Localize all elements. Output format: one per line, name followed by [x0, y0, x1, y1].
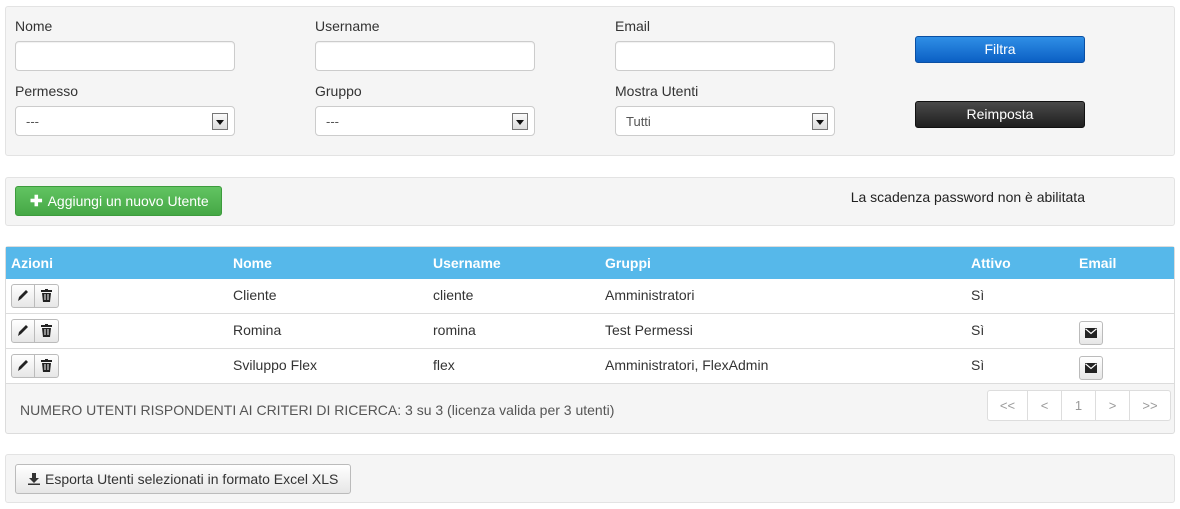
chevron-down-icon [512, 113, 528, 130]
cell-attivo: Sì [971, 357, 985, 373]
row-actions [11, 319, 59, 343]
reimposta-button[interactable]: Reimposta [915, 101, 1085, 128]
send-email-button[interactable] [1079, 356, 1103, 380]
pagination: << < 1 > >> [987, 390, 1171, 421]
password-expiry-note: La scadenza password non è abilitata [850, 189, 1085, 205]
table-header: Azioni Nome Username Gruppi Attivo Email [6, 247, 1174, 279]
cell-attivo: Sì [971, 287, 985, 303]
pencil-icon [18, 360, 28, 371]
cell-nome: Sviluppo Flex [233, 357, 318, 373]
export-xls-button[interactable]: Esporta Utenti selezionati in formato Ex… [15, 464, 351, 494]
delete-button[interactable] [36, 320, 59, 342]
chevron-down-icon [812, 113, 828, 130]
trash-icon [41, 359, 52, 372]
delete-button[interactable] [36, 355, 59, 377]
mostra-utenti-label: Mostra Utenti [615, 83, 699, 99]
pager-last-button[interactable]: >> [1130, 391, 1170, 420]
download-icon [28, 473, 40, 485]
gruppo-select-value: --- [326, 114, 339, 129]
chevron-down-icon [212, 113, 228, 130]
username-input[interactable] [315, 41, 535, 71]
permesso-select-value: --- [26, 114, 39, 129]
cell-nome: Romina [233, 322, 282, 338]
table-row: Cliente cliente Amministratori Sì [6, 279, 1174, 314]
add-user-button[interactable]: ✚ Aggiungi un nuovo Utente [15, 186, 222, 216]
plus-icon: ✚ [30, 193, 43, 210]
pager-prev-button[interactable]: < [1028, 391, 1062, 420]
header-username[interactable]: Username [433, 255, 501, 271]
pencil-icon [18, 325, 28, 336]
header-email[interactable]: Email [1079, 255, 1116, 271]
cell-gruppi: Test Permessi [605, 322, 693, 338]
cell-gruppi: Amministratori, FlexAdmin [605, 357, 769, 373]
email-label: Email [615, 18, 651, 34]
pager-page-button[interactable]: 1 [1062, 391, 1096, 420]
pager-first-button[interactable]: << [988, 391, 1028, 420]
trash-icon [41, 289, 52, 302]
export-panel: Esporta Utenti selezionati in formato Ex… [5, 454, 1175, 503]
nome-input[interactable] [15, 41, 235, 71]
username-label: Username [315, 18, 380, 34]
add-user-label: Aggiungi un nuovo Utente [47, 193, 209, 209]
filtra-button[interactable]: Filtra [915, 36, 1085, 63]
delete-button[interactable] [36, 285, 59, 307]
pencil-icon [18, 290, 28, 301]
email-input[interactable] [615, 41, 835, 71]
cell-username: romina [433, 322, 476, 338]
nome-label: Nome [15, 18, 53, 34]
permesso-select[interactable]: --- [15, 106, 235, 136]
trash-icon [41, 324, 52, 337]
edit-button[interactable] [12, 320, 35, 342]
result-count: NUMERO UTENTI RISPONDENTI AI CRITERI DI … [20, 402, 615, 418]
pager-next-button[interactable]: > [1096, 391, 1130, 420]
cell-nome: Cliente [233, 287, 277, 303]
row-actions [11, 284, 59, 308]
gruppo-label: Gruppo [315, 83, 362, 99]
send-email-button[interactable] [1079, 321, 1103, 345]
cell-username: flex [433, 357, 455, 373]
envelope-icon [1085, 363, 1097, 373]
header-nome[interactable]: Nome [233, 255, 272, 271]
export-label: Esporta Utenti selezionati in formato Ex… [45, 471, 339, 487]
header-azioni: Azioni [11, 255, 53, 271]
table-row: Sviluppo Flex flex Amministratori, FlexA… [6, 349, 1174, 384]
row-actions [11, 354, 59, 378]
mostra-utenti-select-value: Tutti [626, 114, 651, 129]
toolbar-panel: ✚ Aggiungi un nuovo Utente La scadenza pa… [5, 177, 1175, 226]
permesso-label: Permesso [15, 83, 79, 99]
table-row: Romina romina Test Permessi Sì [6, 314, 1174, 349]
header-attivo[interactable]: Attivo [971, 255, 1011, 271]
edit-button[interactable] [12, 355, 35, 377]
gruppo-select[interactable]: --- [315, 106, 535, 136]
mostra-utenti-select[interactable]: Tutti [615, 106, 835, 136]
cell-attivo: Sì [971, 322, 985, 338]
cell-gruppi: Amministratori [605, 287, 695, 303]
filter-panel: Nome Username Email Filtra Permesso --- … [5, 6, 1175, 156]
users-table-panel: Azioni Nome Username Gruppi Attivo Email… [5, 246, 1175, 434]
envelope-icon [1085, 328, 1097, 338]
edit-button[interactable] [12, 285, 35, 307]
header-gruppi[interactable]: Gruppi [605, 255, 651, 271]
cell-username: cliente [433, 287, 474, 303]
